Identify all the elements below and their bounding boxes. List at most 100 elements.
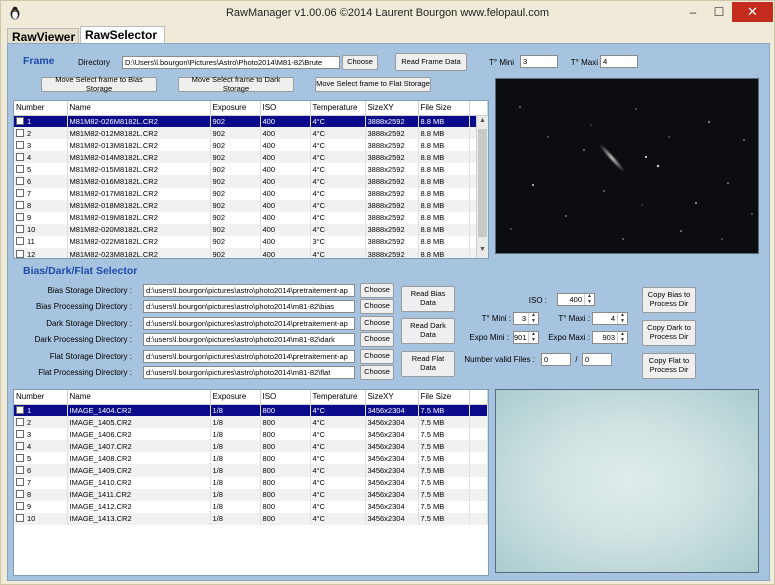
- row-checkbox[interactable]: [16, 237, 24, 246]
- column-header[interactable]: File Size: [418, 390, 470, 405]
- flat-storage-field[interactable]: d:\users\l.bourgon\pictures\astro\photo2…: [143, 350, 355, 363]
- row-checkbox[interactable]: [16, 417, 24, 426]
- frame-choose-button[interactable]: Choose: [342, 55, 378, 70]
- tab-rawselector[interactable]: RawSelector: [80, 26, 165, 44]
- row-checkbox[interactable]: [16, 140, 24, 149]
- tab-rawviewer[interactable]: RawViewer: [7, 28, 79, 44]
- row-checkbox[interactable]: [16, 453, 24, 462]
- row-checkbox[interactable]: [16, 441, 24, 450]
- copy-flat-button[interactable]: Copy Flat to Process Dir: [642, 353, 696, 379]
- table-row[interactable]: 2 IMAGE_1405.CR2 1/8 800 4°C 3456x2304 7.5 MB: [14, 416, 488, 429]
- bias-processing-choose-button[interactable]: Choose: [360, 299, 394, 314]
- column-header[interactable]: ISO: [260, 101, 311, 116]
- move-to-flat-button[interactable]: Move Select frame to Flat Storage: [315, 77, 431, 92]
- table-row[interactable]: 1 M81M82-026M8182L.CR2 902 400 4°C 3888x2592 8…: [14, 115, 488, 128]
- column-header[interactable]: Exposure: [210, 390, 261, 405]
- flat-processing-field[interactable]: d:\users\l.bourgon\pictures\astro\photo2…: [143, 366, 355, 379]
- table-row[interactable]: 9 IMAGE_1412.CR2 1/8 800 4°C 3456x2304 7.5 MB: [14, 500, 488, 513]
- table-row[interactable]: 6 IMAGE_1409.CR2 1/8 800 4°C 3456x2304 7.5 MB: [14, 464, 488, 477]
- column-header[interactable]: SizeXY: [365, 101, 419, 116]
- scroll-up-icon[interactable]: ▲: [477, 117, 488, 128]
- dark-processing-choose-button[interactable]: Choose: [360, 332, 394, 347]
- row-checkbox[interactable]: [16, 478, 24, 487]
- flat-storage-choose-button[interactable]: Choose: [360, 349, 394, 364]
- copy-dark-button[interactable]: Copy Dark to Process Dir: [642, 320, 696, 346]
- row-checkbox[interactable]: [16, 490, 24, 499]
- frame-table[interactable]: Number Name Exposure ISO Temperature Siz…: [13, 100, 489, 259]
- stepper-arrows-icon[interactable]: ▲ ▼: [584, 293, 594, 305]
- column-header[interactable]: ISO: [260, 390, 311, 405]
- table-row[interactable]: 3 M81M82-013M8182L.CR2 902 400 4°C 3888x2592 8…: [14, 139, 488, 152]
- stepper-arrows-icon[interactable]: ▲ ▼: [617, 312, 627, 324]
- column-header[interactable]: Name: [67, 390, 211, 405]
- iso-stepper[interactable]: 400 ▲ ▼: [557, 293, 595, 306]
- valid-files-field-1[interactable]: 0: [541, 353, 571, 366]
- frame-tmin-field[interactable]: 3: [520, 55, 558, 68]
- table-row[interactable]: 10 M81M82-020M8182L.CR2 902 400 4°C 3888x2592…: [14, 223, 488, 236]
- expo-min-stepper[interactable]: 901 ▲ ▼: [513, 331, 539, 344]
- bias-processing-field[interactable]: d:\users\l.bourgon\pictures\astro\photo2…: [143, 300, 355, 313]
- frame-directory-field[interactable]: D:\Users\l.bourgon\Pictures\Astro\Photo2…: [122, 56, 340, 69]
- row-checkbox[interactable]: [16, 164, 24, 173]
- table-row[interactable]: 11 M81M82-022M8182L.CR2 902 400 3°C 3888x2592…: [14, 235, 488, 249]
- scroll-thumb[interactable]: [478, 129, 487, 237]
- table-row[interactable]: 2 M81M82-012M8182L.CR2 902 400 4°C 3888x2592 8…: [14, 127, 488, 140]
- table-row[interactable]: 8 IMAGE_1411.CR2 1/8 800 4°C 3456x2304 7.5 MB: [14, 488, 488, 501]
- table-row[interactable]: 5 IMAGE_1408.CR2 1/8 800 4°C 3456x2304 7.5 MB: [14, 452, 488, 465]
- stepper-arrows-icon[interactable]: ▲ ▼: [617, 331, 627, 343]
- row-checkbox[interactable]: [16, 466, 24, 475]
- column-header[interactable]: File Size: [418, 101, 470, 116]
- table-row[interactable]: 12 M81M82-023M8182L.CR2 902 400 4°C 3888x2592…: [14, 248, 488, 258]
- read-dark-data-button[interactable]: Read Dark Data: [401, 318, 455, 344]
- row-checkbox[interactable]: [16, 116, 24, 125]
- frame-tmax-field[interactable]: 4: [600, 55, 638, 68]
- table-row[interactable]: 4 IMAGE_1407.CR2 1/8 800 4°C 3456x2304 7.5 MB: [14, 440, 488, 453]
- maximize-button[interactable]: ☐: [707, 2, 731, 22]
- row-checkbox[interactable]: [16, 502, 24, 511]
- row-checkbox[interactable]: [16, 249, 24, 258]
- table-row[interactable]: 10 IMAGE_1413.CR2 1/8 800 4°C 3456x2304 7.5 MB: [14, 512, 488, 525]
- column-header[interactable]: Temperature: [310, 101, 366, 116]
- table-row[interactable]: 7 M81M82-017M8182L.CR2 902 400 4°C 3888x2592 8…: [14, 187, 488, 200]
- row-checkbox[interactable]: [16, 514, 24, 523]
- column-header[interactable]: Temperature: [310, 390, 366, 405]
- close-button[interactable]: ✕: [732, 2, 773, 22]
- minimize-button[interactable]: –: [681, 2, 705, 22]
- column-header[interactable]: Number: [14, 101, 68, 116]
- frame-table-scrollbar[interactable]: ▲ ▼: [476, 116, 488, 258]
- stepper-arrows-icon[interactable]: ▲ ▼: [528, 312, 538, 324]
- row-checkbox[interactable]: [16, 225, 24, 234]
- bias-storage-choose-button[interactable]: Choose: [360, 283, 394, 298]
- table-row[interactable]: 5 M81M82-015M8182L.CR2 902 400 4°C 3888x2592 8…: [14, 163, 488, 176]
- table-row[interactable]: 7 IMAGE_1410.CR2 1/8 800 4°C 3456x2304 7.5 MB: [14, 476, 488, 489]
- scroll-down-icon[interactable]: ▼: [477, 246, 488, 257]
- read-flat-data-button[interactable]: Read Flat Data: [401, 351, 455, 377]
- table-row[interactable]: 1 IMAGE_1404.CR2 1/8 800 4°C 3456x2304 7.5 MB: [14, 404, 488, 417]
- read-frame-data-button[interactable]: Read Frame Data: [395, 53, 467, 71]
- copy-bias-button[interactable]: Copy Bias to Process Dir: [642, 287, 696, 313]
- column-header[interactable]: SizeXY: [365, 390, 419, 405]
- move-to-dark-button[interactable]: Move Select frame to Dark Storage: [178, 75, 294, 92]
- column-header[interactable]: Number: [14, 390, 68, 405]
- flat-processing-choose-button[interactable]: Choose: [360, 365, 394, 380]
- selector-table[interactable]: Number Name Exposure ISO Temperature Siz…: [13, 389, 489, 576]
- read-bias-data-button[interactable]: Read Bias Data: [401, 286, 455, 312]
- dark-storage-field[interactable]: d:\users\l.bourgon\pictures\astro\photo2…: [143, 317, 355, 330]
- sel-tmin-stepper[interactable]: 3 ▲ ▼: [513, 312, 539, 325]
- dark-storage-choose-button[interactable]: Choose: [360, 316, 394, 331]
- column-header[interactable]: Exposure: [210, 101, 261, 116]
- table-row[interactable]: 9 M81M82-019M8182L.CR2 902 400 4°C 3888x2592 8…: [14, 211, 488, 224]
- sel-tmax-stepper[interactable]: 4 ▲ ▼: [592, 312, 628, 325]
- column-header[interactable]: Name: [67, 101, 211, 116]
- row-checkbox[interactable]: [16, 177, 24, 186]
- expo-max-stepper[interactable]: 903 ▲ ▼: [592, 331, 628, 344]
- row-checkbox[interactable]: [16, 213, 24, 222]
- bias-storage-field[interactable]: d:\users\l.bourgon\pictures\astro\photo2…: [143, 284, 355, 297]
- stepper-arrows-icon[interactable]: ▲ ▼: [528, 331, 538, 343]
- valid-files-field-2[interactable]: 0: [582, 353, 612, 366]
- dark-processing-field[interactable]: d:\users\l.bourgon\pictures\astro\photo2…: [143, 333, 355, 346]
- table-row[interactable]: 3 IMAGE_1406.CR2 1/8 800 4°C 3456x2304 7.5 MB: [14, 428, 488, 441]
- row-checkbox[interactable]: [16, 189, 24, 198]
- row-checkbox[interactable]: [16, 429, 24, 438]
- table-row[interactable]: 4 M81M82-014M8182L.CR2 902 400 4°C 3888x2592 8…: [14, 151, 488, 164]
